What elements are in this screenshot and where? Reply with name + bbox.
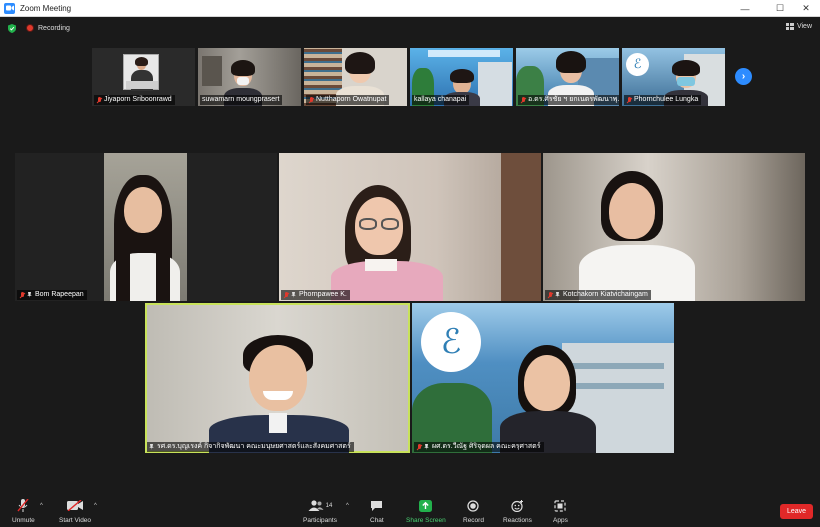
unmute-label: Unmute	[12, 517, 35, 524]
pin-icon	[555, 292, 560, 298]
grid-view-icon	[785, 23, 794, 30]
video-off-icon	[67, 500, 84, 511]
strip-tile-6[interactable]: ℰ Phornchulee Lungka	[622, 48, 725, 106]
security-shield-icon[interactable]	[8, 23, 16, 33]
apps-button[interactable]: Apps	[553, 499, 568, 524]
meeting-toolbar: Unmute ^ Start Video ^ 14 Participants ^…	[0, 495, 820, 527]
share-screen-label: Share Screen	[406, 517, 446, 524]
participant-name: suwamarn moungprasert	[202, 96, 280, 103]
video-options-caret[interactable]: ^	[94, 503, 97, 509]
reactions-button[interactable]: Reactions	[503, 499, 532, 524]
chat-label: Chat	[370, 517, 384, 524]
mic-off-icon	[308, 96, 314, 104]
record-button[interactable]: Record	[463, 499, 484, 524]
participant-name: Jiyaporn Sriboonrawd	[104, 96, 172, 103]
chat-icon	[371, 500, 383, 511]
apps-icon	[554, 499, 567, 512]
start-video-button[interactable]: Start Video	[59, 499, 91, 524]
share-screen-button[interactable]: Share Screen	[406, 499, 446, 524]
mic-off-icon	[547, 291, 553, 299]
zoom-app-icon	[4, 2, 15, 14]
participant-name: kallaya chanapai	[414, 96, 467, 103]
pin-icon	[149, 444, 154, 450]
audio-options-caret[interactable]: ^	[40, 503, 43, 509]
leave-button[interactable]: Leave	[780, 504, 813, 519]
pin-icon	[27, 292, 32, 298]
reactions-label: Reactions	[503, 517, 532, 524]
recording-icon	[26, 24, 34, 32]
reactions-icon	[511, 499, 523, 512]
close-button[interactable]: ✕	[791, 0, 820, 17]
view-label: View	[796, 23, 812, 30]
participant-name: Phornpawee K.	[299, 291, 347, 298]
participant-name: ผศ.ดร.วีณัฐ ศิริจุดผล คณะครุศาสตร์	[432, 443, 541, 450]
participant-name: Phornchulee Lungka	[634, 96, 699, 103]
gallery-tile-3[interactable]: Kotchakorn Kiatvichaingam	[543, 153, 805, 301]
participants-options-caret[interactable]: ^	[346, 503, 349, 509]
university-logo: ℰ	[626, 53, 649, 76]
apps-label: Apps	[553, 517, 568, 524]
gallery-tile-5[interactable]: ℰ ผศ.ดร.วีณัฐ ศิริจุดผล คณะครุศาสตร์	[412, 303, 674, 453]
mic-off-icon	[520, 96, 526, 104]
recording-label: Recording	[38, 24, 70, 32]
strip-tile-3[interactable]: Nutthaporn Owatnupat	[304, 48, 407, 106]
participant-name: รศ.ดร.บุญเรงค์ กิจากิจพัฒนา คณะมนุษยศาสต…	[157, 443, 351, 450]
meeting-topbar: Recording View	[0, 17, 820, 39]
video-feed	[123, 54, 159, 91]
mic-off-icon	[96, 96, 102, 104]
gallery-tile-2[interactable]: Phornpawee K.	[279, 153, 541, 301]
participant-name: อ.ดร.ศิรชัย ฯ ยกเนตรพัฒนาพุ...	[528, 96, 619, 103]
unmute-button[interactable]: Unmute	[12, 499, 35, 524]
mic-off-icon	[416, 443, 422, 451]
video-feed	[104, 153, 187, 301]
window-title: Zoom Meeting	[20, 3, 72, 13]
start-video-label: Start Video	[59, 517, 92, 524]
record-label: Record	[463, 517, 484, 524]
gallery-tile-1[interactable]: Bom Rapeepan	[15, 153, 277, 301]
participant-name: Nutthaporn Owatnupat	[316, 96, 387, 103]
record-icon	[467, 499, 480, 512]
participants-label: Participants	[303, 517, 337, 524]
mic-off-icon	[19, 291, 25, 299]
participant-name: Bom Rapeepan	[35, 291, 84, 298]
mic-off-icon	[283, 291, 289, 299]
participants-button[interactable]: 14 Participants	[303, 499, 337, 524]
pin-icon	[291, 292, 296, 298]
gallery-tile-active-speaker[interactable]: รศ.ดร.บุญเรงค์ กิจากิจพัฒนา คณะมนุษยศาสต…	[145, 303, 410, 453]
participants-icon	[308, 500, 324, 511]
strip-tile-2[interactable]: suwamarn moungprasert	[198, 48, 301, 106]
chat-button[interactable]: Chat	[370, 499, 384, 524]
pin-icon	[424, 444, 429, 450]
minimize-button[interactable]: —	[730, 0, 760, 17]
university-logo: ℰ	[421, 312, 481, 372]
share-screen-icon	[419, 499, 433, 512]
mic-off-icon	[626, 96, 632, 104]
participants-count: 14	[325, 502, 333, 509]
strip-tile-4[interactable]: kallaya chanapai	[410, 48, 513, 106]
participant-name: Kotchakorn Kiatvichaingam	[563, 291, 648, 298]
strip-next-button[interactable]: ›	[735, 68, 752, 85]
view-button[interactable]: View	[785, 23, 812, 30]
strip-tile-1[interactable]: Jiyaporn Sriboonrawd	[92, 48, 195, 106]
mic-muted-icon	[17, 499, 29, 512]
strip-tile-5[interactable]: อ.ดร.ศิรชัย ฯ ยกเนตรพัฒนาพุ...	[516, 48, 619, 106]
window-titlebar: Zoom Meeting — ☐ ✕	[0, 0, 820, 17]
